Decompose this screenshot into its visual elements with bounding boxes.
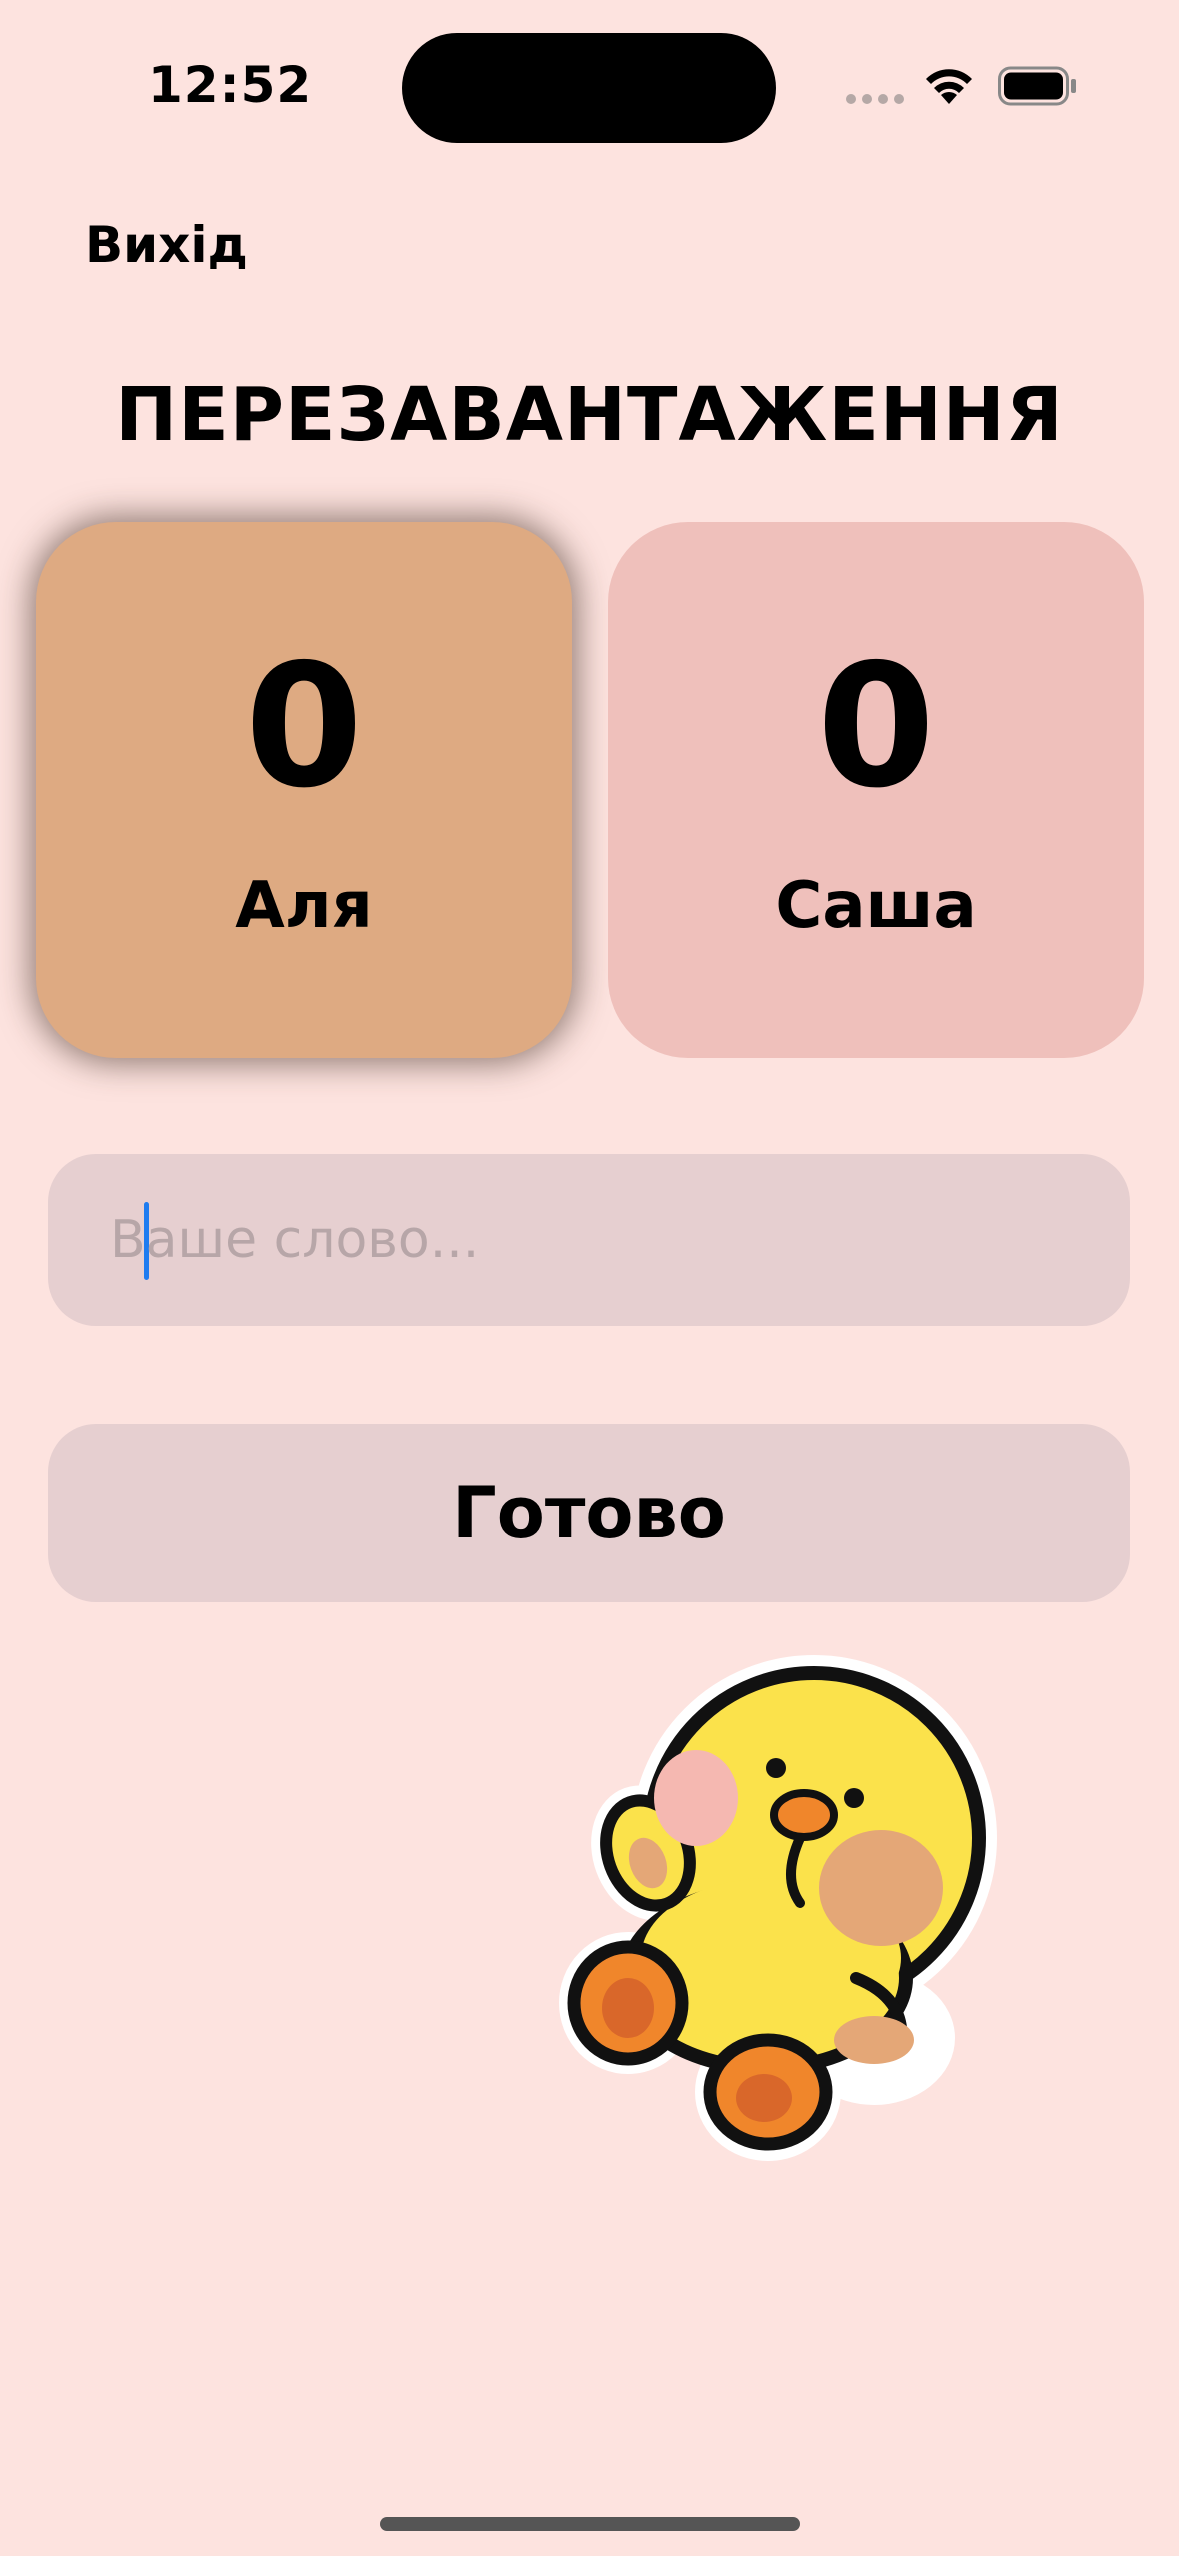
player-name: Саша — [775, 869, 977, 943]
duck-illustration — [559, 1655, 997, 2161]
player-score: 0 — [244, 628, 364, 826]
page-title: ПЕРЕЗАВАНТАЖЕННЯ — [115, 372, 1064, 458]
battery-icon — [998, 66, 1076, 106]
status-time: 12:52 — [148, 56, 313, 114]
player-name: Аля — [235, 869, 373, 943]
exit-button[interactable]: Вихід — [85, 216, 248, 274]
home-indicator[interactable] — [380, 2517, 800, 2531]
dynamic-island — [402, 33, 776, 143]
player-score: 0 — [816, 628, 936, 826]
wifi-icon — [926, 69, 972, 104]
word-input[interactable] — [98, 1154, 1110, 1326]
cellular-dots-icon — [846, 94, 904, 104]
player-card-1[interactable]: 0 Аля — [36, 522, 572, 1058]
word-field[interactable] — [48, 1154, 1130, 1326]
player-card-2[interactable]: 0 Саша — [608, 522, 1144, 1058]
done-button[interactable]: Готово — [48, 1424, 1130, 1602]
